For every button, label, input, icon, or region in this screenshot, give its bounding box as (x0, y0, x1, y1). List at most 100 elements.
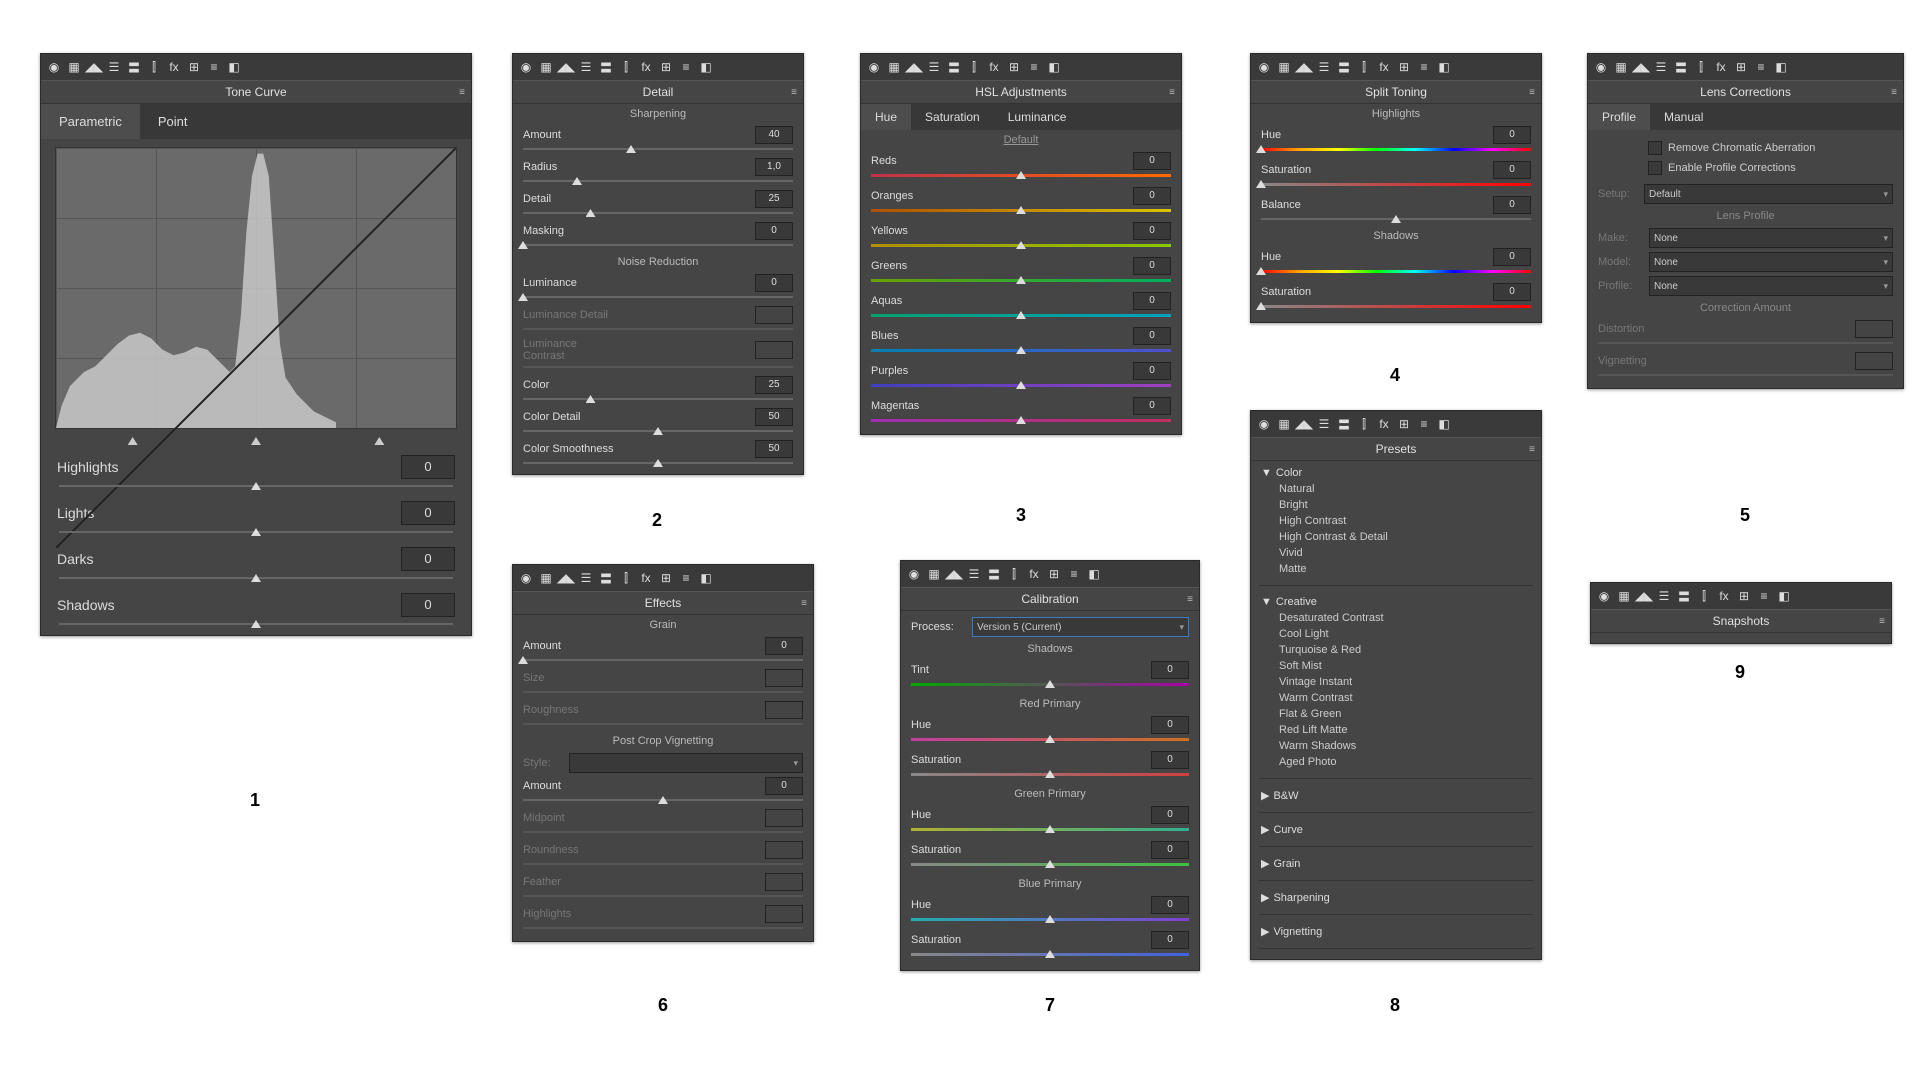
tint-slider[interactable] (911, 683, 1189, 686)
tab-manual[interactable]: Manual (1650, 104, 1717, 130)
bars-icon[interactable]: ☰ (1657, 589, 1671, 603)
slider-track[interactable] (59, 623, 453, 625)
stack-icon[interactable]: ◧ (1047, 60, 1061, 74)
preset-item[interactable]: Warm Shadows (1261, 738, 1531, 754)
stack-icon[interactable]: ◧ (1774, 60, 1788, 74)
bars2-icon[interactable]: 〓 (599, 60, 613, 74)
aperture-icon[interactable]: ◉ (1257, 60, 1271, 74)
bars-icon[interactable]: ☰ (1654, 60, 1668, 74)
preset-item[interactable]: Natural (1261, 481, 1531, 497)
adjust2-icon[interactable]: ≡ (1417, 417, 1431, 431)
adjust-icon[interactable]: ⊞ (187, 60, 201, 74)
slider-value[interactable]: 0 (1493, 248, 1531, 266)
grid-icon[interactable]: ▦ (1614, 60, 1628, 74)
preset-group[interactable]: ▼Color (1261, 465, 1531, 481)
grid-icon[interactable]: ▦ (1617, 589, 1631, 603)
slider-track[interactable] (523, 462, 793, 464)
mirror-icon[interactable]: ◢◣ (947, 567, 961, 581)
profile-select[interactable]: None (1649, 276, 1893, 296)
preset-item[interactable]: Flat & Green (1261, 706, 1531, 722)
sliders-icon[interactable]: ⫿ (1694, 60, 1708, 74)
tab-point[interactable]: Point (140, 104, 206, 139)
tab-parametric[interactable]: Parametric (41, 104, 140, 139)
slider-track[interactable] (59, 577, 453, 579)
aperture-icon[interactable]: ◉ (519, 571, 533, 585)
menu-icon[interactable]: ≡ (1529, 444, 1535, 455)
slider-track[interactable] (523, 212, 793, 214)
bars2-icon[interactable]: 〓 (1677, 589, 1691, 603)
mirror-icon[interactable]: ◢◣ (1637, 589, 1651, 603)
preset-item[interactable]: Cool Light (1261, 626, 1531, 642)
bars2-icon[interactable]: 〓 (1337, 60, 1351, 74)
adjust-icon[interactable]: ⊞ (1007, 60, 1021, 74)
slider-value[interactable]: 0 (401, 593, 455, 617)
aperture-icon[interactable]: ◉ (1257, 417, 1271, 431)
mirror-icon[interactable]: ◢◣ (87, 60, 101, 74)
adjust-icon[interactable]: ⊞ (1737, 589, 1751, 603)
grid-icon[interactable]: ▦ (67, 60, 81, 74)
preset-item[interactable]: High Contrast & Detail (1261, 529, 1531, 545)
process-select[interactable]: Version 5 (Current) (972, 617, 1189, 637)
slider-track[interactable] (59, 531, 453, 533)
slider-value[interactable]: 0 (401, 547, 455, 571)
fx-icon[interactable]: fx (639, 571, 653, 585)
color-slider[interactable] (871, 384, 1171, 387)
bars-icon[interactable]: ☰ (107, 60, 121, 74)
adjust-icon[interactable]: ⊞ (1734, 60, 1748, 74)
adjust2-icon[interactable]: ≡ (1754, 60, 1768, 74)
color-slider[interactable] (871, 174, 1171, 177)
adjust2-icon[interactable]: ≡ (1067, 567, 1081, 581)
sliders-icon[interactable]: ⫿ (1357, 417, 1371, 431)
slider-value[interactable]: 0 (1493, 126, 1531, 144)
adjust2-icon[interactable]: ≡ (1417, 60, 1431, 74)
sat-slider[interactable] (911, 863, 1189, 866)
bars2-icon[interactable]: 〓 (1674, 60, 1688, 74)
adjust-icon[interactable]: ⊞ (1397, 60, 1411, 74)
preset-item[interactable]: Turquoise & Red (1261, 642, 1531, 658)
stack-icon[interactable]: ◧ (1777, 589, 1791, 603)
menu-icon[interactable]: ≡ (459, 87, 465, 98)
tab-profile[interactable]: Profile (1588, 104, 1650, 130)
stack-icon[interactable]: ◧ (1087, 567, 1101, 581)
slider-track[interactable] (523, 148, 793, 150)
aperture-icon[interactable]: ◉ (519, 60, 533, 74)
aperture-icon[interactable]: ◉ (1594, 60, 1608, 74)
mirror-icon[interactable]: ◢◣ (559, 60, 573, 74)
color-slider[interactable] (871, 349, 1171, 352)
adjust2-icon[interactable]: ≡ (207, 60, 221, 74)
slider-track[interactable] (523, 180, 793, 182)
mirror-icon[interactable]: ◢◣ (1634, 60, 1648, 74)
menu-icon[interactable]: ≡ (801, 598, 807, 609)
menu-icon[interactable]: ≡ (1169, 87, 1175, 98)
preset-group[interactable]: ▶Curve (1261, 821, 1531, 838)
slider-track[interactable] (1261, 148, 1531, 151)
fx-icon[interactable]: fx (987, 60, 1001, 74)
slider-track[interactable] (523, 296, 793, 298)
mirror-icon[interactable]: ◢◣ (1297, 417, 1311, 431)
color-value[interactable]: 0 (1133, 292, 1171, 310)
preset-item[interactable]: Matte (1261, 561, 1531, 577)
preset-item[interactable]: Vintage Instant (1261, 674, 1531, 690)
tab-hue[interactable]: Hue (861, 104, 911, 130)
sliders-icon[interactable]: ⫿ (1007, 567, 1021, 581)
slider-track[interactable] (523, 659, 803, 661)
color-value[interactable]: 0 (1133, 327, 1171, 345)
model-select[interactable]: None (1649, 252, 1893, 272)
color-value[interactable]: 0 (1133, 222, 1171, 240)
slider-track[interactable] (523, 244, 793, 246)
aperture-icon[interactable]: ◉ (867, 60, 881, 74)
preset-item[interactable]: Warm Contrast (1261, 690, 1531, 706)
profile-corr-checkbox[interactable]: Enable Profile Corrections (1648, 158, 1883, 178)
menu-icon[interactable]: ≡ (1891, 87, 1897, 98)
stack-icon[interactable]: ◧ (1437, 417, 1451, 431)
adjust-icon[interactable]: ⊞ (1047, 567, 1061, 581)
color-value[interactable]: 0 (1133, 187, 1171, 205)
histogram[interactable] (55, 147, 457, 429)
grid-icon[interactable]: ▦ (927, 567, 941, 581)
default-link[interactable]: Default (861, 130, 1181, 150)
tab-luminance[interactable]: Luminance (994, 104, 1081, 130)
balance-slider[interactable] (1261, 218, 1531, 220)
mirror-icon[interactable]: ◢◣ (907, 60, 921, 74)
color-value[interactable]: 0 (1133, 362, 1171, 380)
stack-icon[interactable]: ◧ (227, 60, 241, 74)
